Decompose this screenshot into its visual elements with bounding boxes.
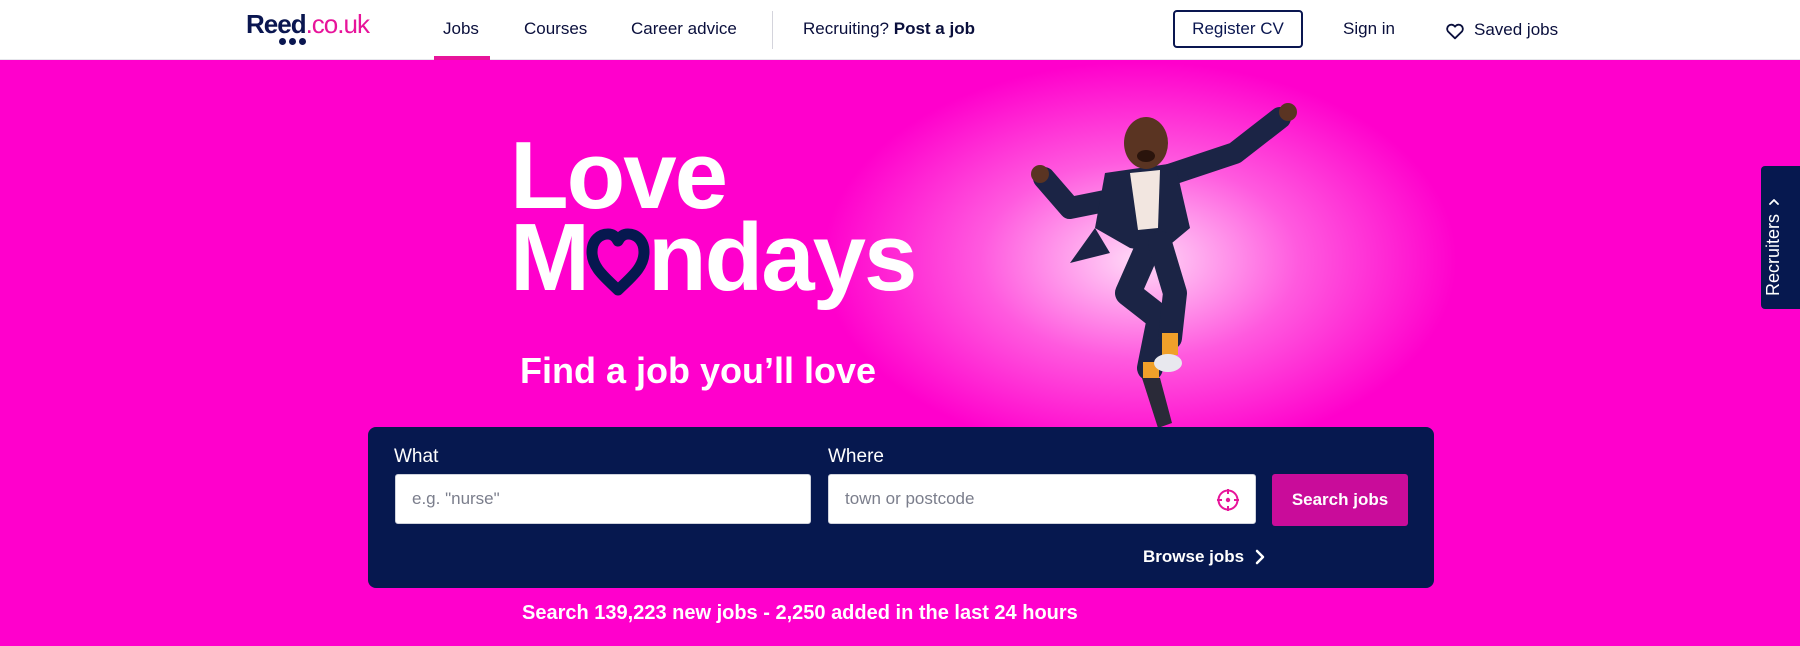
jumping-man-image (1031, 103, 1297, 428)
saved-jobs-link[interactable]: Saved jobs (1444, 0, 1558, 60)
nav-jobs[interactable]: Jobs (443, 0, 479, 60)
recruiters-tab-label: Recruiters (1763, 213, 1783, 296)
reed-logo[interactable]: Reed.co.uk (246, 10, 370, 48)
browse-jobs-label: Browse jobs (1143, 547, 1245, 566)
logo-domain: .co.uk (305, 9, 370, 39)
jobs-stats-text: Search 139,223 new jobs - 2,250 added in… (522, 602, 1078, 624)
chevron-up-icon (1768, 199, 1779, 205)
post-a-job-link[interactable]: Post a job (894, 19, 975, 38)
recruiters-side-tab[interactable]: Recruiters (1761, 166, 1800, 309)
hero-section: Love Mndays Find a job you’ll love What … (0, 60, 1800, 646)
what-label: What (394, 446, 439, 467)
nav-divider (772, 11, 773, 49)
crosshair-locate-icon[interactable] (1216, 488, 1240, 512)
nav-recruiting[interactable]: Recruiting? Post a job (803, 0, 975, 60)
recruiting-prefix: Recruiting? (803, 19, 889, 38)
chevron-right-icon (1255, 549, 1265, 565)
headline-m: M (510, 204, 590, 311)
hero-tagline: Find a job you’ll love (520, 350, 877, 391)
search-jobs-button[interactable]: Search jobs (1272, 474, 1408, 526)
heart-outline-icon (1446, 23, 1464, 39)
saved-jobs-label: Saved jobs (1474, 20, 1559, 39)
headline-mondays: Mndays (510, 204, 917, 311)
sign-in-link[interactable]: Sign in (1343, 0, 1395, 60)
logo-text: Reed.co.uk (246, 10, 370, 38)
job-search-panel: What Where Search jobs Browse jobs (368, 427, 1434, 588)
recruiters-tab-content: Recruiters (1763, 176, 1784, 296)
where-label: Where (828, 446, 884, 467)
nav-courses[interactable]: Courses (524, 0, 587, 60)
nav-career-advice[interactable]: Career advice (631, 0, 737, 60)
site-header: Reed.co.uk Jobs Courses Career advice Re… (0, 0, 1800, 60)
logo-dots (279, 38, 306, 45)
browse-jobs-link[interactable]: Browse jobs (1143, 547, 1266, 567)
where-input[interactable] (828, 474, 1256, 524)
logo-main: Reed (246, 9, 307, 39)
what-input[interactable] (395, 474, 811, 524)
headline-ndays: ndays (647, 204, 917, 311)
heart-icon (586, 228, 650, 296)
register-cv-button[interactable]: Register CV (1173, 10, 1303, 48)
